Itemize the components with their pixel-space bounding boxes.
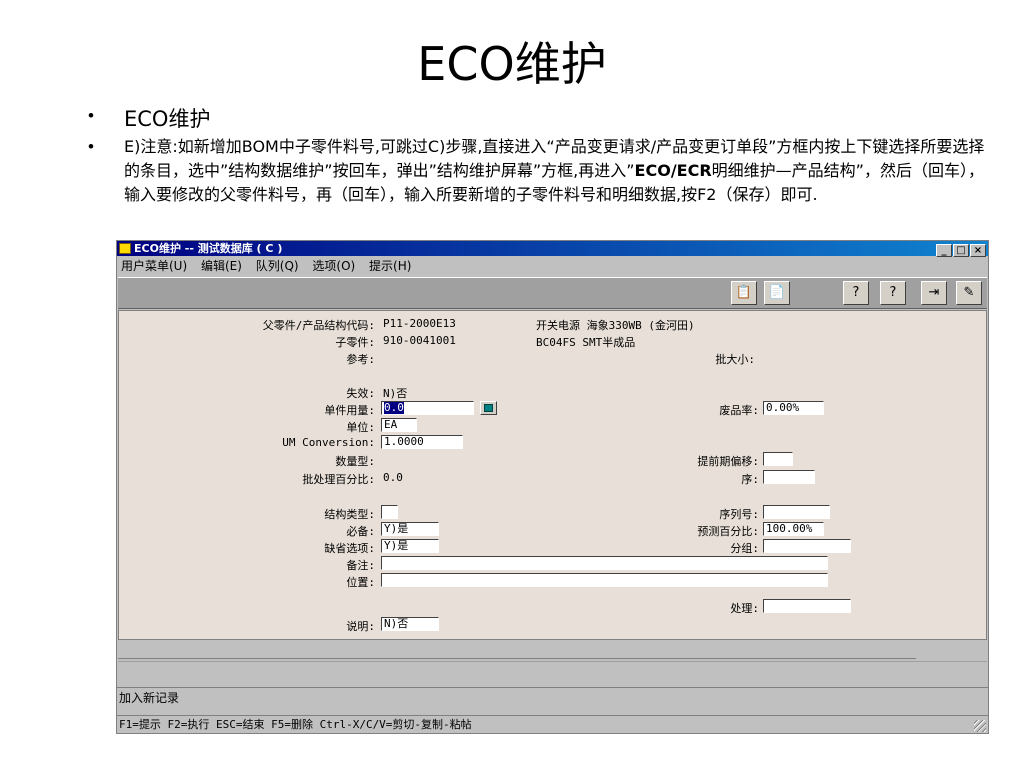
toolbar: 📋 📄 ? ? ⇥ ✎ [118,277,987,309]
help-context-button[interactable]: ? [880,281,906,305]
structure-form: 父零件/产品结构代码: P11-2000E13 开关电源 海象330WB (金河… [118,310,987,640]
process-label: 处理: [730,602,759,615]
batch-percent-label: 批处理百分比: [302,473,375,486]
bullet-dot: • [88,106,94,125]
copy-button[interactable]: 📋 [731,281,757,305]
unit-label: 单位: [346,421,375,434]
exit-button[interactable]: ⇥ [921,281,947,305]
help-context-icon: ? [889,285,897,300]
eco-window: ECO维护 -- 测试数据库 ( C ) _ □ × 用户菜单(U) 编辑(E) 队… [116,240,989,734]
help-button[interactable]: ? [843,281,869,305]
required-input[interactable]: Y)是 [381,522,439,536]
position-input[interactable] [381,573,828,587]
unit-input[interactable]: EA [381,418,417,432]
record-strip [118,641,987,662]
minimize-button[interactable]: _ [936,244,952,257]
expire-value: N)否 [383,387,408,400]
um-conversion-input[interactable]: 1.0000 [381,435,463,449]
forecast-percent-label: 预测百分比: [697,525,759,538]
default-option-label: 缺省选项: [324,542,375,555]
menu-queue[interactable]: 队列(Q) [256,259,299,273]
menu-help[interactable]: 提示(H) [369,259,411,273]
parent-value: P11-2000E13 [383,317,456,330]
position-label: 位置: [346,576,375,589]
ref-label: 参考: [346,353,375,366]
child-desc: BC04FS SMT半成品 [536,336,636,349]
scrap-rate-label: 废品率: [719,404,759,417]
calculator-icon [484,404,493,412]
expire-label: 失效: [346,387,375,400]
description-label: 说明: [346,620,375,633]
status-message: 加入新记录 [117,687,988,707]
paste-button[interactable]: 📄 [764,281,790,305]
status-bar: F1=提示 F2=执行 ESC=结束 F5=删除 Ctrl-X/C/V=剪切-复… [117,715,988,733]
paste-icon: 📄 [768,285,786,300]
batch-percent-value: 0.0 [383,471,403,484]
exit-icon: ⇥ [928,285,940,300]
bullet-instructions: E)注意:如新增加BOM中子零件料号,可跳过C)步骤,直接进入“产品变更请求/产… [124,137,985,204]
status-keys: F1=提示 F2=执行 ESC=结束 F5=删除 Ctrl-X/C/V=剪切-复… [119,718,472,731]
structure-type-label: 结构类型: [324,508,375,521]
edit-icon: ✎ [963,285,975,300]
qty-type-label: 数量型: [335,455,375,468]
process-input[interactable] [763,599,851,613]
menu-options[interactable]: 选项(O) [312,259,355,273]
lead-time-offset-label: 提前期偏移: [697,455,759,468]
resize-grip-icon[interactable] [974,720,986,732]
empty-strip [118,662,987,686]
sequence-input[interactable] [763,470,815,484]
calculator-button[interactable] [480,401,497,415]
window-titlebar[interactable]: ECO维护 -- 测试数据库 ( C ) _ □ × [117,241,988,257]
sequence-label: 序: [741,473,759,486]
description-input[interactable]: N)否 [381,617,439,631]
child-label: 子零件: [335,336,375,349]
serial-number-label: 序列号: [719,508,759,521]
parent-desc: 开关电源 海象330WB (金河田) [536,319,695,332]
bullet-dot: • [88,137,94,156]
um-conversion-label: UM Conversion: [282,436,375,449]
scrap-rate-input[interactable]: 0.00% [763,401,824,415]
menu-bar: 用户菜单(U) 编辑(E) 队列(Q) 选项(O) 提示(H) [117,257,988,275]
child-value: 910-0041001 [383,334,456,347]
menu-user[interactable]: 用户菜单(U) [121,259,187,273]
remark-input[interactable] [381,556,828,570]
lead-time-offset-input[interactable] [763,452,793,466]
group-input[interactable] [763,539,851,553]
group-label: 分组: [730,542,759,555]
serial-number-input[interactable] [763,505,830,519]
help-icon: ? [852,285,860,300]
structure-type-input[interactable] [381,505,398,519]
edit-button[interactable]: ✎ [956,281,982,305]
batch-size-label: 批大小: [715,353,755,366]
required-label: 必备: [346,525,375,538]
app-icon [119,243,131,254]
forecast-percent-input[interactable]: 100.00% [763,522,824,536]
qty-per-input[interactable]: 0.0 [381,401,474,415]
bullet-eco-maintenance: ECO维护 [124,107,211,131]
slide-title: ECO维护 [417,37,607,91]
close-button[interactable]: × [970,244,986,257]
menu-edit[interactable]: 编辑(E) [201,259,242,273]
maximize-button[interactable]: □ [953,244,969,257]
window-title: ECO维护 -- 测试数据库 ( C ) [134,242,283,255]
qty-per-label: 单件用量: [324,404,375,417]
parent-label: 父零件/产品结构代码: [262,319,375,332]
default-option-input[interactable]: Y)是 [381,539,439,553]
remark-label: 备注: [346,559,375,572]
copy-icon: 📋 [735,285,753,300]
divider [118,658,916,659]
